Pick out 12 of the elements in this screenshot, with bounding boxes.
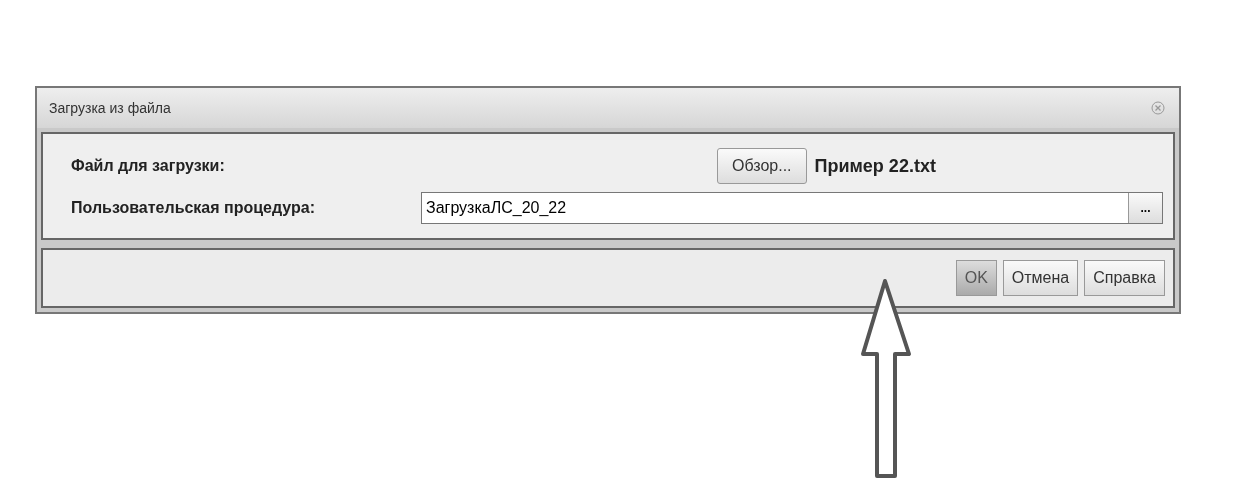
window-title: Загрузка из файла <box>49 98 171 118</box>
close-icon[interactable] <box>1151 101 1165 115</box>
dialog-button[interactable]: Отмена <box>1002 260 1079 296</box>
dialog-button[interactable]: Справка <box>1084 260 1165 296</box>
picker-button[interactable]: ... <box>1128 193 1162 223</box>
file-name: Пример 22.txt <box>814 154 936 178</box>
dialog-button[interactable]: OK <box>955 260 997 296</box>
procedure-field[interactable]: ЗагрузкаЛС_20_22 ... <box>421 192 1163 224</box>
browse-button[interactable]: Обзор... <box>717 148 807 184</box>
field-label: Файл для загрузки: <box>71 156 226 176</box>
arrow-icon <box>858 278 914 480</box>
field-label: Пользовательская процедура: <box>71 198 317 218</box>
